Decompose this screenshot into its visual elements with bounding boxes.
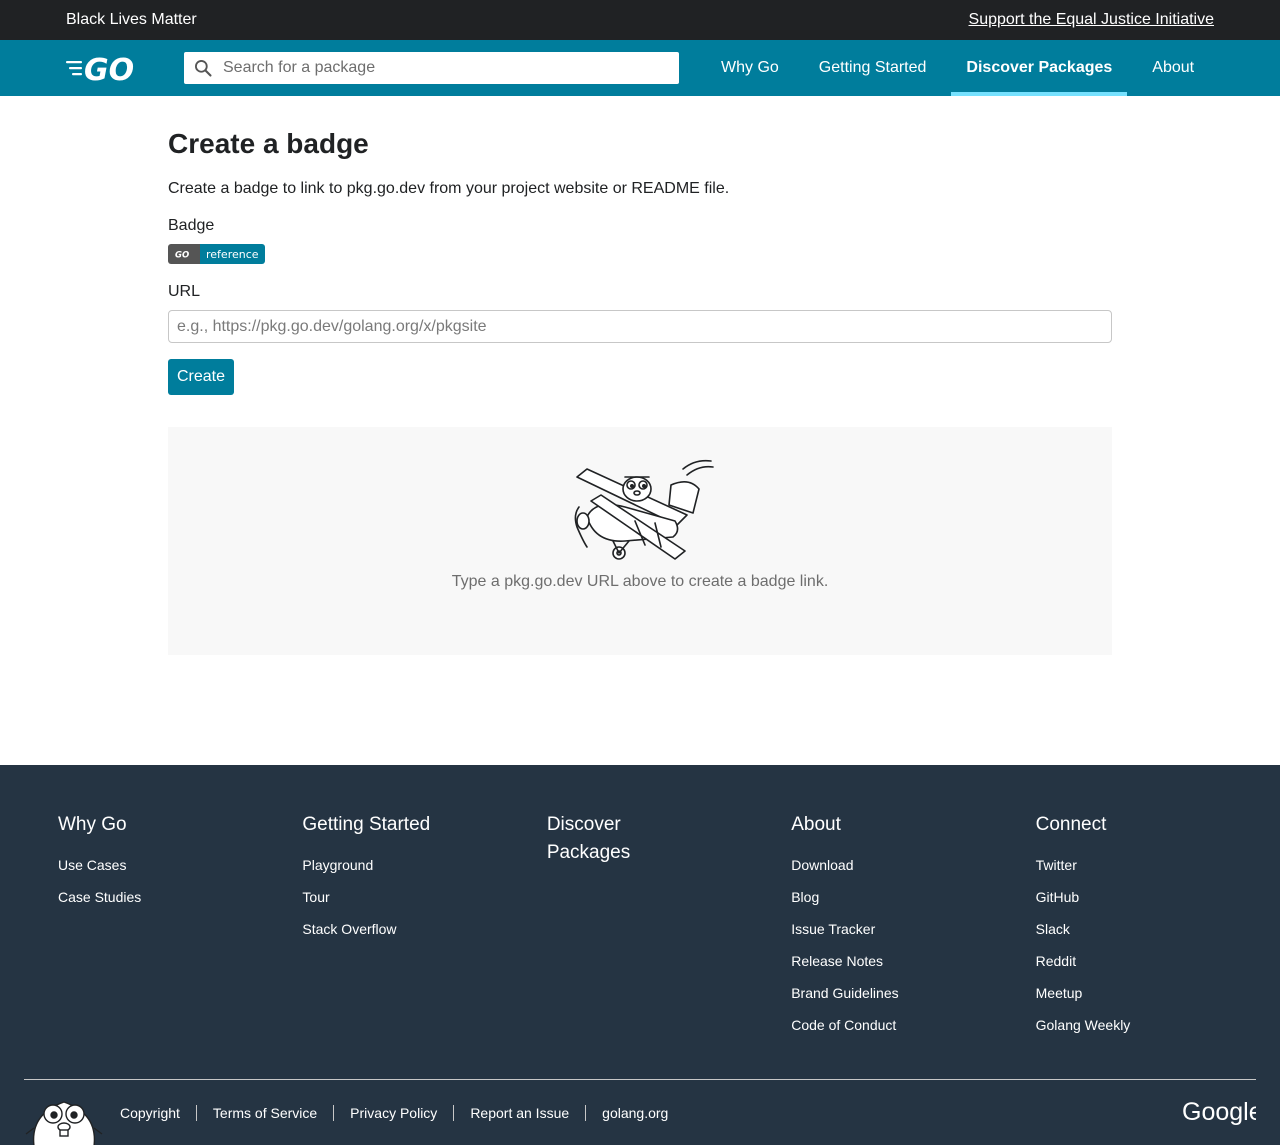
privacy-link[interactable]: Privacy Policy <box>333 1104 453 1121</box>
report-issue-link[interactable]: Report an Issue <box>453 1104 585 1121</box>
footer-link[interactable]: Meetup <box>1036 977 1280 1009</box>
svg-text:GO: GO <box>175 251 189 259</box>
site-header: GO Why Go Getting Started Discover Packa… <box>0 40 1280 96</box>
announcement-banner: Black Lives Matter Support the Equal Jus… <box>0 0 1280 40</box>
footer-column-about: About Download Blog Issue Tracker Releas… <box>791 811 1035 1041</box>
google-logo[interactable]: Google <box>1182 1098 1263 1131</box>
site-footer: Why Go Use Cases Case Studies Getting St… <box>0 765 1280 1145</box>
footer-link[interactable]: Tour <box>302 881 546 913</box>
svg-text:GO: GO <box>84 53 134 83</box>
footer-link[interactable]: Case Studies <box>58 881 302 913</box>
url-input[interactable] <box>168 310 1112 343</box>
footer-link[interactable]: Golang Weekly <box>1036 1009 1280 1041</box>
main-nav: Why Go Getting Started Discover Packages… <box>706 40 1219 96</box>
go-badge-icon: GO <box>168 244 200 264</box>
footer-bottom: Copyright Terms of Service Privacy Polic… <box>24 1079 1263 1145</box>
url-label: URL <box>168 283 201 300</box>
copyright-link[interactable]: Copyright <box>120 1105 196 1121</box>
go-logo[interactable]: GO <box>66 53 148 83</box>
footer-heading: Connect <box>1035 814 1107 835</box>
nav-getting-started[interactable]: Getting Started <box>804 40 942 96</box>
golang-org-link[interactable]: golang.org <box>585 1104 684 1121</box>
footer-column-why-go: Why Go Use Cases Case Studies <box>58 811 302 1041</box>
page-title: Create a badge <box>168 128 369 159</box>
footer-heading[interactable]: Getting Started <box>302 811 502 839</box>
footer-columns: Why Go Use Cases Case Studies Getting St… <box>0 765 1280 1041</box>
page-description: Create a badge to link to pkg.go.dev fro… <box>168 180 730 197</box>
search-icon <box>195 59 212 77</box>
badge-result-panel: Type a pkg.go.dev URL above to create a … <box>168 427 1112 655</box>
search-input[interactable] <box>223 59 663 77</box>
footer-link[interactable]: Stack Overflow <box>302 913 546 945</box>
svg-text:Google: Google <box>1182 1098 1256 1126</box>
footer-legal-links: Copyright Terms of Service Privacy Polic… <box>120 1104 684 1121</box>
footer-link[interactable]: Brand Guidelines <box>791 977 1035 1009</box>
footer-link[interactable]: Release Notes <box>791 945 1035 977</box>
search-bar <box>184 52 679 84</box>
banner-link[interactable]: Support the Equal Justice Initiative <box>969 11 1214 29</box>
footer-column-getting-started: Getting Started Playground Tour Stack Ov… <box>302 811 546 1041</box>
footer-link[interactable]: Use Cases <box>58 849 302 881</box>
footer-heading[interactable]: About <box>791 811 901 839</box>
nav-about[interactable]: About <box>1137 40 1209 96</box>
footer-link[interactable]: Blog <box>791 881 1035 913</box>
footer-column-connect: Connect Twitter GitHub Slack Reddit Meet… <box>1036 811 1280 1041</box>
nav-discover-packages[interactable]: Discover Packages <box>951 40 1128 96</box>
empty-state-message: Type a pkg.go.dev URL above to create a … <box>451 573 829 590</box>
footer-heading[interactable]: Why Go <box>58 811 168 839</box>
footer-column-discover-packages: Discover Packages <box>547 811 791 1041</box>
footer-link[interactable]: Twitter <box>1036 849 1280 881</box>
footer-link[interactable]: Slack <box>1036 913 1280 945</box>
footer-link[interactable]: GitHub <box>1036 881 1280 913</box>
footer-link[interactable]: Code of Conduct <box>791 1009 1035 1041</box>
footer-link[interactable]: Reddit <box>1036 945 1280 977</box>
gopher-biplane-illustration <box>574 459 714 560</box>
nav-why-go[interactable]: Why Go <box>706 40 794 96</box>
terms-link[interactable]: Terms of Service <box>195 1104 333 1121</box>
banner-text: Black Lives Matter <box>66 11 197 28</box>
footer-heading[interactable]: Discover Packages <box>547 811 657 867</box>
gopher-icon <box>25 1101 103 1145</box>
footer-link[interactable]: Issue Tracker <box>791 913 1035 945</box>
footer-link[interactable]: Download <box>791 849 1035 881</box>
main-content: Create a badge Create a badge to link to… <box>168 96 1112 765</box>
badge-text: reference <box>200 244 265 264</box>
badge-label: Badge <box>168 217 215 234</box>
footer-link[interactable]: Playground <box>302 849 546 881</box>
badge-preview[interactable]: GO reference <box>168 244 265 264</box>
create-button[interactable]: Create <box>168 359 235 395</box>
